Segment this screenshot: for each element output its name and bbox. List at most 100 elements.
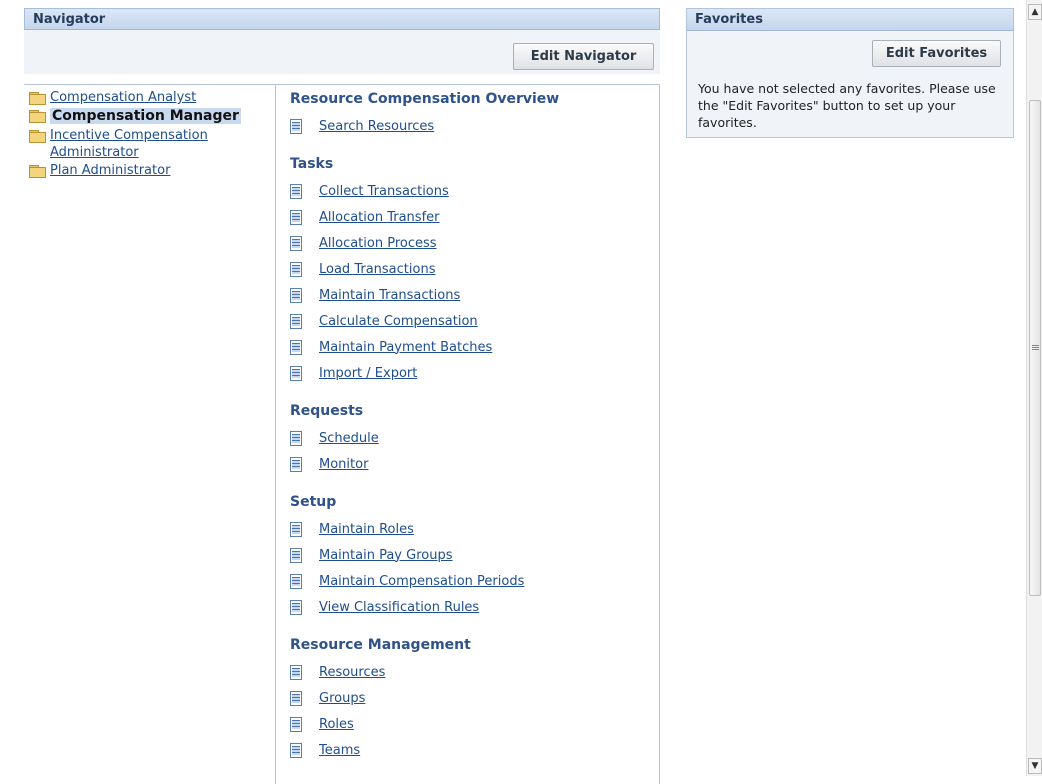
document-icon bbox=[290, 690, 302, 706]
navigator-header: Navigator bbox=[24, 8, 660, 30]
function-row: Teams bbox=[290, 737, 659, 763]
function-link[interactable]: Search Resources bbox=[319, 119, 434, 134]
document-icon bbox=[290, 573, 302, 589]
arrow-up-icon[interactable]: ▲ bbox=[1028, 4, 1042, 20]
tree-item-label: Compensation Analyst bbox=[50, 90, 197, 105]
scrollbar-thumb[interactable] bbox=[1029, 100, 1041, 596]
favorites-header: Favorites bbox=[687, 9, 1013, 31]
tree-item-label: Plan Administrator bbox=[50, 163, 171, 178]
tree-item-link[interactable]: Compensation Manager bbox=[50, 107, 241, 126]
function-row: Roles bbox=[290, 711, 659, 737]
function-row: View Classification Rules bbox=[290, 594, 659, 620]
function-link[interactable]: Resources bbox=[319, 665, 385, 680]
tree-item-link[interactable]: Compensation Analyst bbox=[50, 89, 196, 106]
function-section: Requests Schedule Monitor bbox=[290, 402, 659, 477]
document-icon bbox=[290, 456, 302, 472]
document-icon bbox=[290, 339, 302, 355]
document-icon bbox=[290, 313, 302, 329]
function-link[interactable]: Maintain Roles bbox=[319, 522, 414, 537]
function-link[interactable]: Calculate Compensation bbox=[319, 314, 478, 329]
function-row: Maintain Compensation Periods bbox=[290, 568, 659, 594]
section-title: Setup bbox=[290, 494, 337, 510]
function-row: Maintain Pay Groups bbox=[290, 542, 659, 568]
favorites-panel: Favorites Edit Favorites You have not se… bbox=[686, 8, 1014, 138]
tree-item-link[interactable]: Incentive Compensation Administrator bbox=[50, 127, 275, 161]
favorites-message: You have not selected any favorites. Ple… bbox=[698, 81, 996, 130]
section-title: Requests bbox=[290, 403, 364, 419]
function-row: Schedule bbox=[290, 425, 659, 451]
tree-item-label: Compensation Manager bbox=[50, 108, 241, 124]
document-icon bbox=[290, 261, 302, 277]
function-link[interactable]: Load Transactions bbox=[319, 262, 435, 277]
document-icon bbox=[290, 742, 302, 758]
document-icon bbox=[290, 365, 302, 381]
section-title: Resource Compensation Overview bbox=[290, 91, 560, 107]
function-section: Resource Management Resources Groups Roles T… bbox=[290, 636, 659, 763]
document-icon bbox=[290, 183, 302, 199]
function-row: Allocation Process bbox=[290, 230, 659, 256]
function-row: Load Transactions bbox=[290, 256, 659, 282]
tree-item-link[interactable]: Plan Administrator bbox=[50, 162, 170, 179]
responsibility-tree: Compensation Analyst Compensation Manager… bbox=[24, 84, 276, 784]
tree-item[interactable]: Plan Administrator bbox=[29, 162, 275, 179]
function-link[interactable]: Maintain Pay Groups bbox=[319, 548, 452, 563]
function-section: Tasks Collect Transactions Allocation Tran… bbox=[290, 155, 659, 386]
document-icon bbox=[290, 521, 302, 537]
navigator-toolbar: Edit Navigator bbox=[24, 30, 660, 74]
folder-icon bbox=[29, 92, 46, 105]
document-icon bbox=[290, 547, 302, 563]
vertical-scrollbar[interactable]: ▲ ▼ bbox=[1026, 0, 1042, 776]
navigator-panel: Navigator Edit Navigator Compensation An… bbox=[24, 8, 660, 784]
function-row: Resources bbox=[290, 659, 659, 685]
function-row: Import / Export bbox=[290, 360, 659, 386]
function-link[interactable]: Maintain Compensation Periods bbox=[319, 574, 524, 589]
function-section: Setup Maintain Roles Maintain Pay Groups Ma… bbox=[290, 493, 659, 620]
folder-icon bbox=[29, 110, 46, 123]
function-link[interactable]: Groups bbox=[319, 691, 365, 706]
function-row: Search Resources bbox=[290, 113, 659, 139]
document-icon bbox=[290, 430, 302, 446]
section-title: Tasks bbox=[290, 156, 334, 172]
function-list: Resource Compensation Overview Search Res… bbox=[276, 84, 660, 784]
tree-item[interactable]: Compensation Manager bbox=[29, 107, 275, 126]
navigator-body: Compensation Analyst Compensation Manager… bbox=[24, 74, 660, 784]
document-icon bbox=[290, 287, 302, 303]
document-icon bbox=[290, 118, 302, 134]
tree-item-label: Incentive Compensation Administrator bbox=[50, 128, 208, 160]
function-link[interactable]: Allocation Process bbox=[319, 236, 437, 251]
function-link[interactable]: Roles bbox=[319, 717, 354, 732]
function-link[interactable]: Maintain Payment Batches bbox=[319, 340, 492, 355]
function-link[interactable]: Teams bbox=[319, 743, 360, 758]
function-link[interactable]: Collect Transactions bbox=[319, 184, 449, 199]
function-row: Allocation Transfer bbox=[290, 204, 659, 230]
function-link[interactable]: Schedule bbox=[319, 431, 379, 446]
document-icon bbox=[290, 235, 302, 251]
function-link[interactable]: Maintain Transactions bbox=[319, 288, 460, 303]
edit-navigator-button[interactable]: Edit Navigator bbox=[513, 43, 654, 70]
tree-item[interactable]: Incentive Compensation Administrator bbox=[29, 127, 275, 161]
document-icon bbox=[290, 209, 302, 225]
folder-icon bbox=[29, 165, 46, 178]
function-link[interactable]: View Classification Rules bbox=[319, 600, 479, 615]
folder-icon bbox=[29, 130, 46, 143]
function-row: Maintain Roles bbox=[290, 516, 659, 542]
top-strip bbox=[0, 0, 1026, 8]
function-link[interactable]: Monitor bbox=[319, 457, 368, 472]
document-icon bbox=[290, 599, 302, 615]
function-link[interactable]: Import / Export bbox=[319, 366, 417, 381]
function-row: Groups bbox=[290, 685, 659, 711]
function-row: Maintain Payment Batches bbox=[290, 334, 659, 360]
section-title: Resource Management bbox=[290, 637, 471, 653]
function-section: Resource Compensation Overview Search Res… bbox=[290, 90, 659, 139]
arrow-down-icon[interactable]: ▼ bbox=[1028, 758, 1042, 774]
function-row: Maintain Transactions bbox=[290, 282, 659, 308]
function-row: Collect Transactions bbox=[290, 178, 659, 204]
edit-favorites-button[interactable]: Edit Favorites bbox=[872, 40, 1001, 67]
grip-icon bbox=[1032, 345, 1039, 346]
tree-item[interactable]: Compensation Analyst bbox=[29, 89, 275, 106]
document-icon bbox=[290, 716, 302, 732]
document-icon bbox=[290, 664, 302, 680]
function-row: Monitor bbox=[290, 451, 659, 477]
function-link[interactable]: Allocation Transfer bbox=[319, 210, 440, 225]
function-row: Calculate Compensation bbox=[290, 308, 659, 334]
